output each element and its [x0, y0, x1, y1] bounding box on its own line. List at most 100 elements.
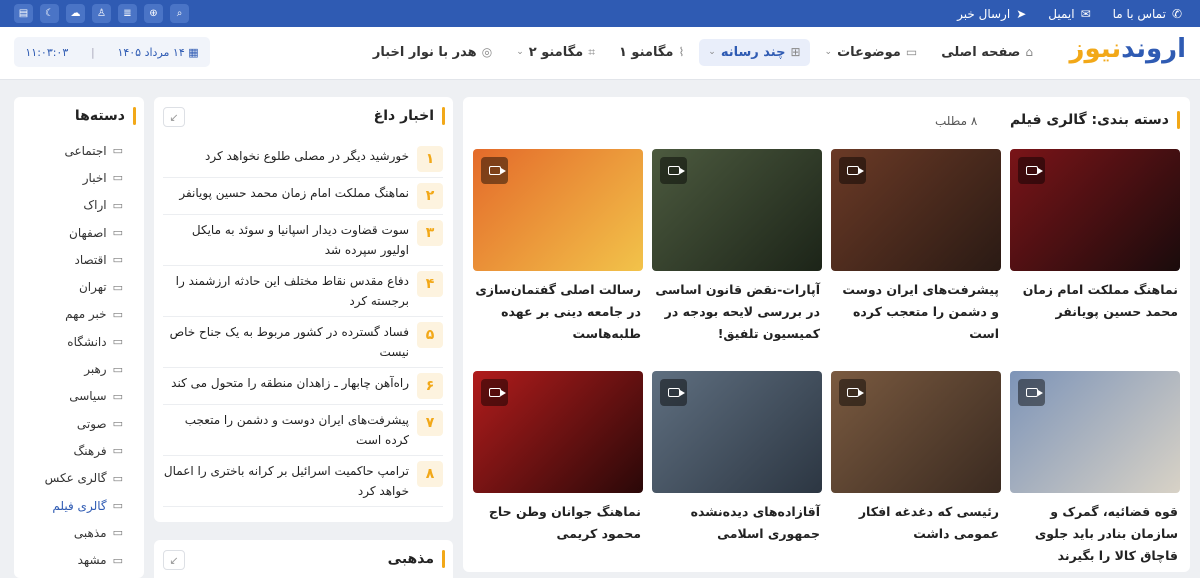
category-item[interactable]: ▭ سیاسی	[4, 383, 144, 410]
main-nav: ⌂ صفحه اصلی ▭ موضوعات ⌄ ⊞ چند رسانه ⌄ ⌇ مگامنو…	[364, 37, 1042, 67]
hot-news-item[interactable]: ۷ پیشرفت‌های ایران دوست و دشمن را متعجب ک…	[163, 405, 443, 456]
site-logo[interactable]: اروندنیوز	[1070, 34, 1187, 64]
globe-icon[interactable]: ⊕	[144, 4, 163, 23]
folder-icon: ▭	[905, 45, 918, 59]
category-item[interactable]: ▭ خبر مهم	[4, 301, 144, 328]
video-thumbnail[interactable]	[473, 149, 643, 271]
nav-megamenu2[interactable]: ⌗ مگامنو ۲ ⌄	[507, 39, 604, 66]
video-card[interactable]: آقازاده‌های دیده‌نشده جمهوری اسلامی	[652, 371, 822, 545]
chevron-down-icon: ⌄	[824, 47, 833, 57]
category-item[interactable]: ▭ صوتی	[4, 410, 144, 437]
nav-home[interactable]: ⌂ صفحه اصلی	[932, 39, 1042, 66]
video-title[interactable]: قوه قضائیه، گمرک و سازمان بنادر باید جلو…	[1010, 501, 1180, 567]
nav-topics[interactable]: ▭ موضوعات ⌄	[816, 39, 927, 66]
post-count-text: ۸ مطلب	[935, 114, 978, 128]
video-card[interactable]: قوه قضائیه، گمرک و سازمان بنادر باید جلو…	[1010, 371, 1180, 567]
video-thumbnail[interactable]	[831, 371, 1001, 493]
hot-news-headline: فساد گسترده در کشور مربوط به یک جناح خاص…	[169, 325, 409, 359]
category-item[interactable]: ▭ فرهنگ	[4, 437, 144, 464]
phone-icon: ✆	[1171, 6, 1182, 21]
video-card[interactable]: رسالت اصلی گفتمان‌سازی در جامعه دینی بر …	[473, 149, 643, 345]
video-card[interactable]: نماهنگ جوانان وطن حاج محمود کریمی	[473, 371, 643, 545]
video-title[interactable]: نماهنگ مملکت امام زمان محمد حسین پویانفر	[1010, 279, 1180, 323]
hot-news-headline: ترامپ حاکمیت اسرائیل بر کرانه باختری را …	[163, 464, 409, 498]
nav-header-ticker[interactable]: ◎ هدر با نوار اخبار	[364, 39, 501, 66]
nav-megamenu1[interactable]: ⌇ مگامنو ۱	[610, 39, 693, 66]
date-text: ۱۴ مرداد ۱۴۰۵	[117, 45, 185, 59]
category-item[interactable]: ▭ اخبار	[4, 164, 144, 191]
category-label: اخبار	[82, 170, 107, 185]
nav-megamenu1-label: مگامنو ۱	[618, 44, 674, 60]
clock-text: ۱۱:۰۳:۰۳	[25, 45, 69, 59]
folder-icon: ▭	[112, 471, 123, 485]
category-item[interactable]: ▭ گالری عکس	[4, 465, 144, 492]
archive-icon[interactable]: ▤	[14, 4, 33, 23]
video-title[interactable]: پیشرفت‌های ایران دوست و دشمن را متعجب کر…	[831, 279, 1001, 345]
video-title[interactable]: رسالت اصلی گفتمان‌سازی در جامعه دینی بر …	[473, 279, 643, 345]
category-item[interactable]: ▭ اراک	[4, 192, 144, 219]
nav-multimedia[interactable]: ⊞ چند رسانه ⌄	[699, 38, 810, 66]
user-icon[interactable]: ♙	[92, 4, 111, 23]
video-thumbnail[interactable]	[652, 371, 822, 493]
home-icon: ⌂	[1025, 45, 1033, 59]
email-link[interactable]: ✉ ایمیل	[1048, 7, 1090, 21]
folder-icon: ▭	[112, 389, 123, 403]
video-thumbnail[interactable]	[831, 149, 1001, 271]
category-label: اجتماعی	[64, 143, 107, 158]
folder-icon: ▭	[112, 144, 123, 158]
hot-news-item[interactable]: ۶ راه‌آهن چابهار ـ زاهدان منطقه را متحول …	[163, 368, 443, 405]
hot-news-item[interactable]: ۸ ترامپ حاکمیت اسرائیل بر کرانه باختری را…	[163, 456, 443, 507]
category-item[interactable]: ▭ گالری فیلم	[4, 492, 144, 519]
category-item[interactable]: ▭ مشهد	[4, 546, 144, 573]
category-label: رهبر	[84, 362, 107, 377]
category-item[interactable]: ▭ رهبر	[4, 355, 144, 382]
nav-header-ticker-label: هدر با نوار اخبار	[372, 44, 477, 60]
video-card[interactable]: آپارات-نقض قانون اساسی در بررسی لایحه بو…	[652, 149, 822, 345]
calendar-icon: ▦	[188, 45, 199, 59]
send-news-link[interactable]: ➤ ارسال خبر	[957, 7, 1026, 21]
hot-news-item[interactable]: ۴ دفاع مقدس نقاط مختلف این حادثه ارزشمند …	[163, 266, 443, 317]
hot-news-title: اخبار داغ	[374, 107, 445, 125]
hot-news-item[interactable]: ۵ فساد گسترده در کشور مربوط به یک جناح خا…	[163, 317, 443, 368]
top-icons: ▤ ☾ ☁ ♙ ≣ ⊕ ⌕	[14, 4, 189, 23]
categories-title: دسته‌ها	[75, 107, 136, 125]
video-card[interactable]: رئیسی که دغدغه افکار عمومی داشت	[831, 371, 1001, 545]
nav-topics-label: موضوعات	[837, 44, 901, 60]
video-card[interactable]: نماهنگ مملکت امام زمان محمد حسین پویانفر	[1010, 149, 1180, 323]
hot-news-item[interactable]: ۱ خورشید دیگر در مصلی طلوع نخواهد کرد	[163, 141, 443, 178]
hot-news-item[interactable]: ۲ نماهنگ مملکت امام زمان محمد حسین پویانف…	[163, 178, 443, 215]
video-title[interactable]: آپارات-نقض قانون اساسی در بررسی لایحه بو…	[652, 279, 822, 345]
category-heading-text: دسته بندی: گالری فیلم	[1009, 112, 1169, 128]
category-heading: دسته بندی: گالری فیلم	[1010, 111, 1180, 129]
database-icon[interactable]: ≣	[118, 4, 137, 23]
video-icon	[660, 379, 687, 406]
folder-icon: ▭	[112, 444, 123, 458]
collapse-icon[interactable]: ↙	[163, 107, 185, 127]
hot-news-item[interactable]: ۳ سوت قضاوت دیدار اسپانیا و سوئد به مایکل…	[163, 215, 443, 266]
top-bar: ✆ تماس با ما ✉ ایمیل ➤ ارسال خبر ▤ ☾ ☁ ♙ ≣ …	[0, 0, 1200, 27]
category-label: تهران	[78, 280, 107, 295]
moon-icon[interactable]: ☾	[40, 4, 59, 23]
video-thumbnail[interactable]	[1010, 371, 1180, 493]
religious-title-text: مذهبی	[387, 551, 434, 567]
search-icon[interactable]: ⌕	[170, 4, 189, 23]
video-title[interactable]: نماهنگ جوانان وطن حاج محمود کریمی	[473, 501, 643, 545]
category-item[interactable]: ▭ اقتصاد	[4, 246, 144, 273]
email-label: ایمیل	[1048, 6, 1075, 21]
category-label: صوتی	[76, 416, 107, 431]
video-card[interactable]: پیشرفت‌های ایران دوست و دشمن را متعجب کر…	[831, 149, 1001, 345]
category-item[interactable]: ▭ اصفهان	[4, 219, 144, 246]
contact-link[interactable]: ✆ تماس با ما	[1113, 7, 1182, 21]
category-item[interactable]: ▭ دانشگاه	[4, 328, 144, 355]
video-thumbnail[interactable]	[473, 371, 643, 493]
video-title[interactable]: رئیسی که دغدغه افکار عمومی داشت	[831, 501, 1001, 545]
video-title[interactable]: آقازاده‌های دیده‌نشده جمهوری اسلامی	[652, 501, 822, 545]
collapse-icon[interactable]: ↙	[163, 550, 185, 570]
category-item[interactable]: ▭ تهران	[4, 273, 144, 300]
video-thumbnail[interactable]	[652, 149, 822, 271]
cloud-icon[interactable]: ☁	[66, 4, 85, 23]
category-item[interactable]: ▭ اجتماعی	[4, 137, 144, 164]
hot-news-headline: راه‌آهن چابهار ـ زاهدان منطقه را متحول م…	[171, 376, 409, 390]
video-thumbnail[interactable]	[1010, 149, 1180, 271]
category-item[interactable]: ▭ مذهبی	[4, 519, 144, 546]
